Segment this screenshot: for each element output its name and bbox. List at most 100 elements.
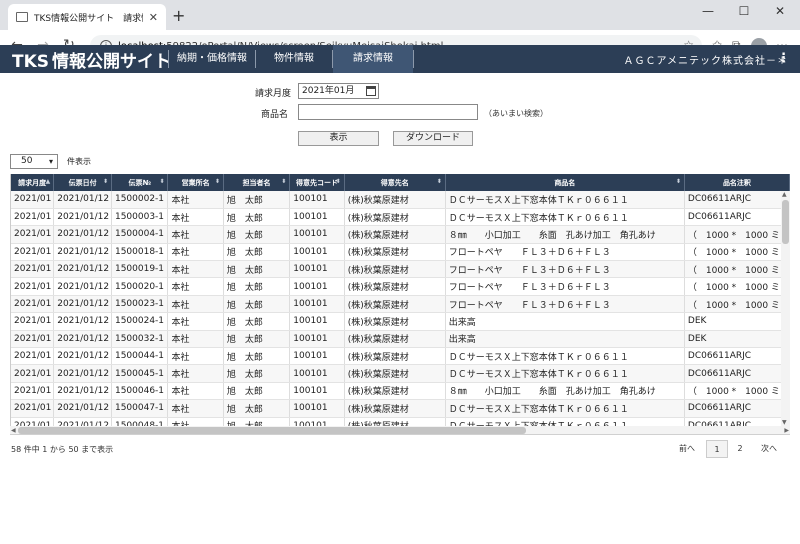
table-row[interactable]: 2021/01 2021/01/12 1500002-1 本社旭 太郎 100101 (株… [11,191,790,209]
table-cell: 本社 [167,208,224,227]
table-cell: 1500002-1 [111,191,169,209]
table-cell: 100101 [289,399,345,418]
close-window-icon[interactable]: ✕ [770,4,790,18]
scroll-right-icon[interactable]: ▶ [784,427,789,434]
display-button[interactable]: 表示 [298,131,379,146]
table-row[interactable]: 2021/01 2021/01/12 1500018-1 本社旭 太郎 100101 (株… [11,243,790,262]
sort-icon: ⬍ [214,178,220,185]
pager-page-1[interactable]: 1 [706,440,728,458]
maximize-icon[interactable]: ☐ [734,4,754,18]
vertical-scroll-thumb[interactable] [782,200,789,244]
site-logo[interactable]: TKS 情報公開サイト [0,47,171,72]
kebab-menu-icon[interactable]: ⋮ [777,51,790,66]
table-row[interactable]: 2021/01 2021/01/12 1500046-1 本社旭 太郎 100101 (株… [11,382,790,401]
column-header-slip-number[interactable]: 伝票№ ⬍ [111,174,169,191]
table-cell: (株)秋葉原建材 [344,277,446,296]
minimize-icon[interactable]: — [698,4,718,18]
table-row[interactable]: 2021/01 2021/01/12 1500023-1 本社旭 太郎 100101 (株… [11,295,790,314]
table-cell: 1500019-1 [111,260,169,279]
table-cell: 旭 太郎 [223,399,291,418]
table-cell: 2021/01/12 [53,364,112,383]
browser-tab-bar: TKS情報公開サイト 請求情報 ✕ + — ☐ ✕ [0,0,800,30]
table-cell: DC06611ARJC [684,364,790,383]
table-cell: 1500023-1 [111,295,169,314]
table-cell: 1500024-1 [111,312,169,331]
browser-tab[interactable]: TKS情報公開サイト 請求情報 ✕ [8,4,166,30]
pager-prev-button[interactable]: 前へ [672,440,702,458]
sort-icon: ⬍ [281,178,287,185]
table-cell: (株)秋葉原建材 [344,243,446,262]
vertical-scrollbar[interactable]: ▲ ▼ [781,191,790,426]
column-header-slip-date[interactable]: 伝票日付 ⬍ [53,174,112,191]
scroll-left-icon[interactable]: ◀ [11,427,16,434]
column-header-billing-month[interactable]: 請求月度 ▲ [11,174,55,191]
column-header-product-name[interactable]: 商品名 ⬍ [445,174,685,191]
table-cell: 100101 [289,295,345,314]
scroll-up-icon[interactable]: ▲ [782,191,787,198]
table-cell: 100101 [289,243,345,262]
table-cell: (株)秋葉原建材 [344,417,446,426]
column-header-product-note[interactable]: 品名注釈 [684,174,790,191]
table-row[interactable]: 2021/01 2021/01/12 1500019-1 本社旭 太郎 100101 (株… [11,260,790,279]
table-header-row: 請求月度 ▲ 伝票日付 ⬍ 伝票№ ⬍ 営業所名 ⬍ 担当者名 ⬍ 得意先コード ⬍ 得意先… [11,174,790,191]
table-cell: 2021/01 [11,277,55,296]
table-cell: 2021/01/12 [53,347,112,366]
nav-item-delivery-price[interactable]: 納期・価格情報 [169,45,255,73]
table-cell: 2021/01/12 [53,243,112,262]
table-cell: 2021/01 [11,399,55,418]
nav-item-billing[interactable]: 請求情報 [333,45,413,73]
scroll-down-icon[interactable]: ▼ [782,419,787,426]
table-cell: 旭 太郎 [223,225,291,244]
table-cell: 1500018-1 [111,243,169,262]
download-button[interactable]: ダウンロード [393,131,473,146]
table-cell: 2021/01 [11,330,55,349]
column-header-customer-name[interactable]: 得意先名 ⬍ [344,174,446,191]
nav-item-property[interactable]: 物件情報 [256,45,332,73]
table-row[interactable]: 2021/012021/01/121500048-1本社旭 太郎100101(株… [11,417,790,426]
table-cell: 2021/01/12 [53,417,112,426]
calendar-icon[interactable] [366,86,376,96]
table-row[interactable]: 2021/01 2021/01/12 1500024-1 本社旭 太郎 100101 (株… [11,312,790,331]
table-cell: 2021/01 [11,260,55,279]
app-header: TKS 情報公開サイト 納期・価格情報 物件情報 請求情報 ＡＧＣアメニテック株式… [0,45,800,73]
table-cell: 2021/01 [11,208,55,227]
table-cell: 2021/01/12 [53,208,112,227]
table-row[interactable]: 2021/01 2021/01/12 1500020-1 本社旭 太郎 100101 (株… [11,277,790,296]
table-row[interactable]: 2021/01 2021/01/12 1500045-1 本社旭 太郎 100101 (株… [11,364,790,383]
table-row[interactable]: 2021/01 2021/01/12 1500004-1 本社旭 太郎 100101 (株… [11,225,790,244]
table-cell: ＤＣサーモスＸ上下窓本体ＴＫｒ０６６１１ [445,208,685,227]
column-header-office[interactable]: 営業所名 ⬍ [167,174,224,191]
table-row[interactable]: 2021/01 2021/01/12 1500044-1 本社旭 太郎 100101 (株… [11,347,790,366]
table-row[interactable]: 2021/01 2021/01/12 1500003-1 本社旭 太郎 100101 (株… [11,208,790,227]
column-header-customer-code[interactable]: 得意先コード ⬍ [289,174,345,191]
pager-page-2[interactable]: 2 [731,440,749,458]
column-header-staff[interactable]: 担当者名 ⬍ [223,174,291,191]
pager-next-button[interactable]: 次へ [754,440,784,458]
table-cell: 旭 太郎 [223,347,291,366]
per-page-label: 件表示 [67,157,91,166]
product-name-label: 商品名 [261,110,289,120]
new-tab-button[interactable]: + [172,6,185,25]
table-cell: 本社 [167,364,224,383]
billing-month-input[interactable]: 2021年01月 [298,83,379,99]
nav-divider [413,50,414,68]
table-cell: DEK [684,312,790,331]
horizontal-scroll-thumb[interactable] [18,427,526,434]
table-cell: 100101 [289,277,345,296]
table-cell: (株)秋葉原建材 [344,208,446,227]
table-cell: （ 1000 * 1000 ミリ [684,243,790,262]
billing-month-label: 請求月度 [255,89,292,99]
table-cell: 本社 [167,399,224,418]
table-cell: 1500004-1 [111,225,169,244]
table-row[interactable]: 2021/01 2021/01/12 1500032-1 本社旭 太郎 100101 (株… [11,330,790,349]
table-cell: 2021/01 [11,295,55,314]
table-row[interactable]: 2021/01 2021/01/12 1500047-1 本社旭 太郎 100101 (株… [11,399,790,418]
table-cell: (株)秋葉原建材 [344,382,446,401]
product-name-input[interactable] [298,104,478,120]
close-tab-icon[interactable]: ✕ [149,11,158,24]
table-cell: フロートペヤ ＦＬ３＋Ｄ６＋ＦＬ３ [445,295,685,314]
page-favicon-icon [16,12,28,22]
table-cell: フロートペヤ ＦＬ３＋Ｄ６＋ＦＬ３ [445,243,685,262]
page-size-select[interactable]: 50 ▾ [10,154,58,169]
horizontal-scrollbar[interactable]: ◀ ▶ [10,426,790,435]
